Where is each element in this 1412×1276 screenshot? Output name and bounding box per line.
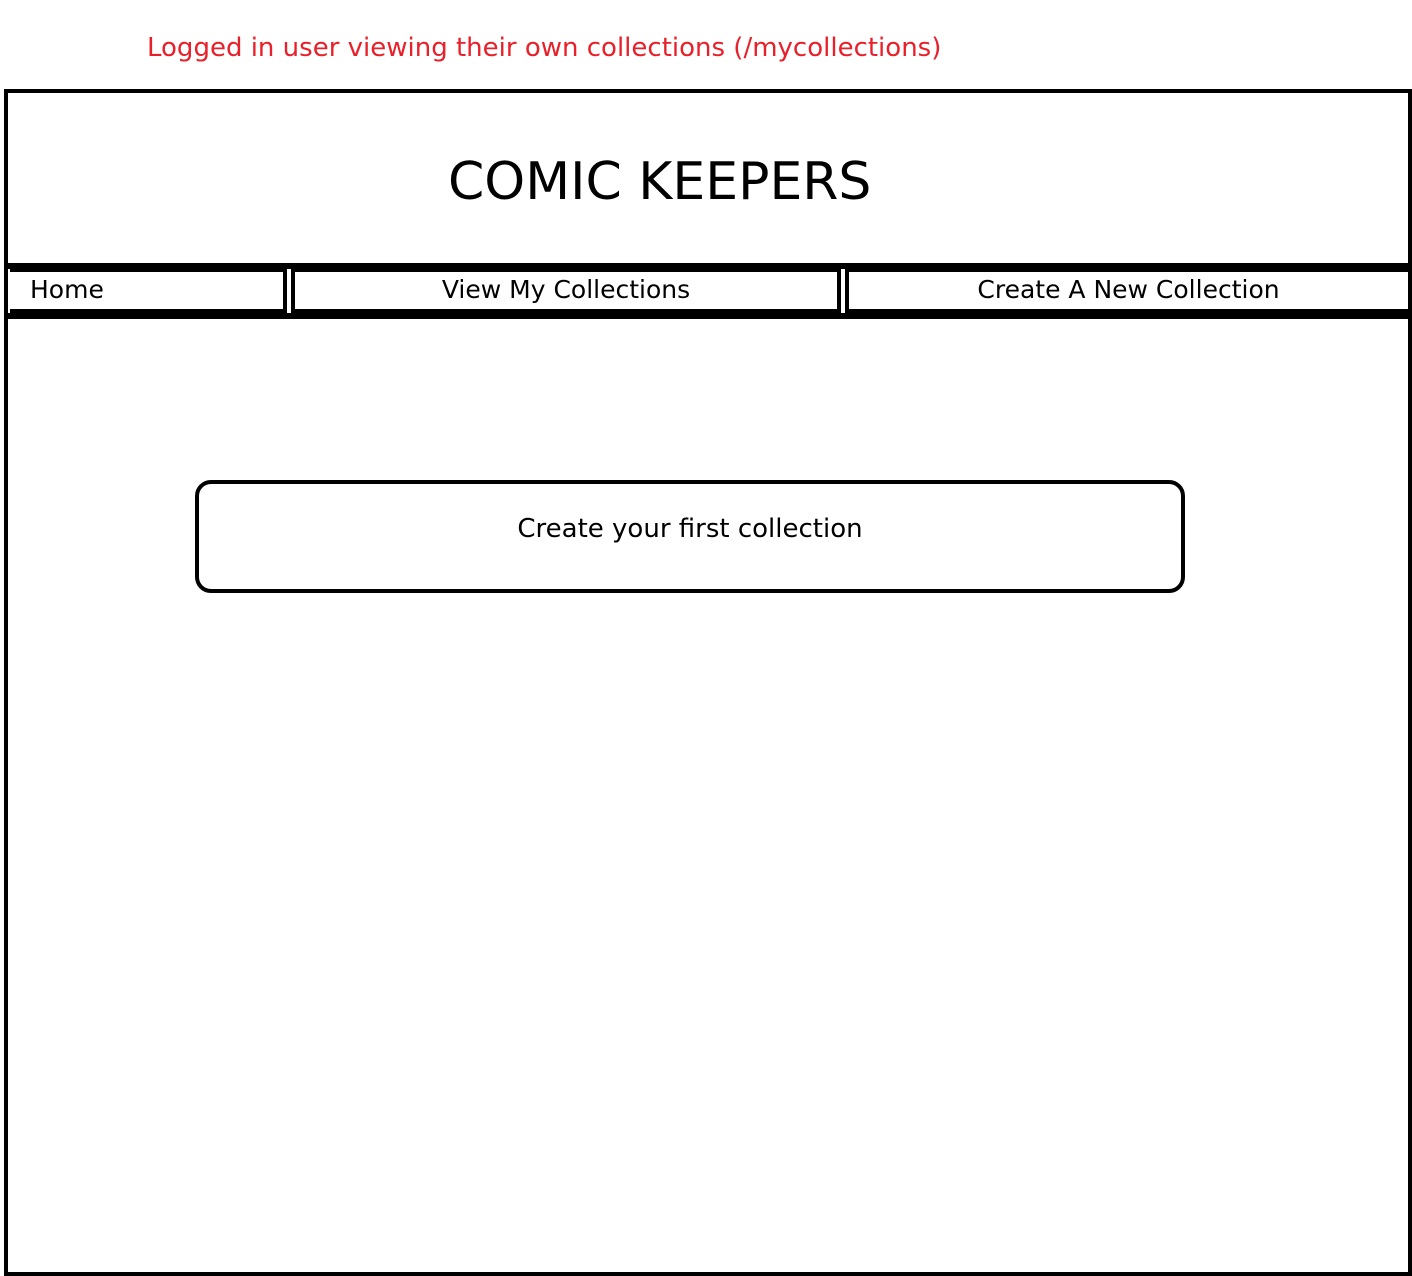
nav-item-create-new-collection[interactable]: Create A New Collection — [845, 269, 1408, 313]
wireframe-annotation: Logged in user viewing their own collect… — [147, 33, 942, 63]
page-frame: COMIC KEEPERS Home View My Collections C… — [4, 89, 1412, 1276]
site-title: COMIC KEEPERS — [448, 152, 872, 212]
nav-item-view-my-collections[interactable]: View My Collections — [291, 269, 841, 313]
create-first-collection-button[interactable]: Create your first collection — [195, 480, 1185, 593]
nav-item-home[interactable]: Home — [10, 269, 287, 313]
main-nav: Home View My Collections Create A New Co… — [8, 269, 1408, 319]
site-header: COMIC KEEPERS — [8, 93, 1408, 269]
